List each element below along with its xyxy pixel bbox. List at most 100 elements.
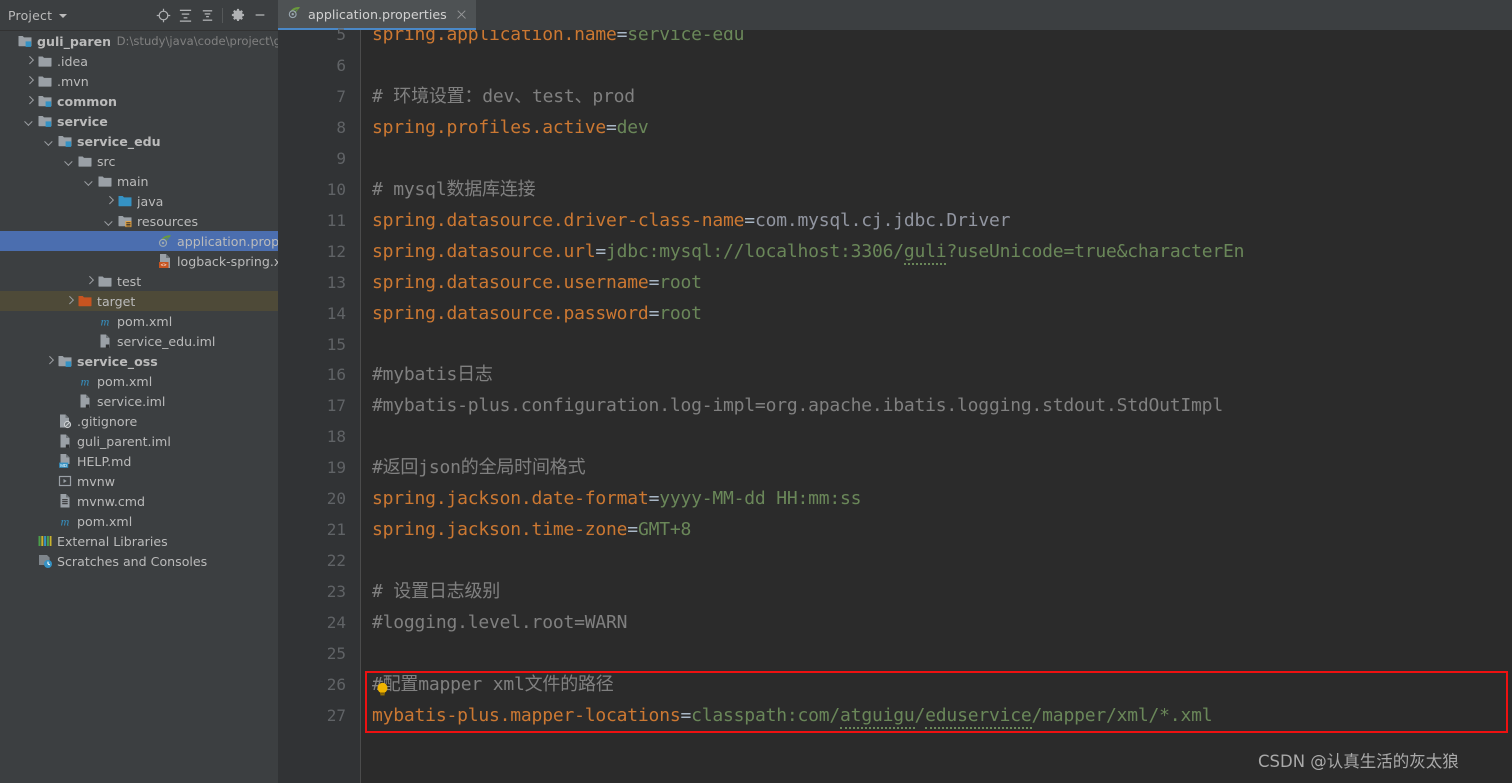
code-content[interactable]: spring.application.name=service-edu # 环境设… [361,30,1512,783]
tree-row-guli-parent[interactable]: guli_parent D:\study\java\code\project\gu… [0,31,278,51]
chevron-down-icon[interactable] [59,14,68,18]
tree-arrow-placeholder [64,376,75,387]
tree-row-gitignore[interactable]: .gitignore [0,411,278,431]
code-line[interactable]: spring.application.name=service-edu [372,30,745,50]
tree-row-label: src [97,153,116,169]
tree-row-resources[interactable]: resources [0,211,278,231]
code-token: = [595,240,607,262]
svg-text:m: m [101,315,110,329]
code-token: root [659,302,702,324]
tree-row-application-properties[interactable]: application.properties [0,231,278,251]
tree-row-service-iml[interactable]: service.iml [0,391,278,411]
tree-arrow-placeholder [144,236,155,247]
code-line[interactable]: spring.jackson.date-format=yyyy-MM-dd HH… [372,483,862,514]
code-token: = [648,271,660,293]
expand-all-icon[interactable] [174,4,196,26]
code-line[interactable]: #logging.level.root=WARN [372,607,627,638]
tree-row-help-md[interactable]: MD HELP.md [0,451,278,471]
tree-row-scratches-and-consoles[interactable]: Scratches and Consoles [0,551,278,571]
tree-row-label: service_oss [77,353,158,369]
chevron-right-icon[interactable] [24,56,35,67]
chevron-down-icon[interactable] [24,116,35,127]
code-line[interactable]: spring.profiles.active=dev [372,112,649,143]
chevron-down-icon[interactable] [64,156,75,167]
hide-panel-icon[interactable] [249,4,271,26]
tree-row-label: pom.xml [117,313,173,329]
tree-row-pom-xml[interactable]: m pom.xml [0,311,278,331]
tree-row-external-libraries[interactable]: External Libraries [0,531,278,551]
code-line[interactable]: #mybatis-plus.configuration.log-impl=org… [372,390,1223,421]
code-line[interactable]: spring.datasource.password=root [372,298,702,329]
tree-arrow-placeholder [24,536,35,547]
tree-row-java[interactable]: java [0,191,278,211]
tree-row-guli-parent-iml[interactable]: guli_parent.iml [0,431,278,451]
tree-row-mvnw-cmd[interactable]: mvnw.cmd [0,491,278,511]
tree-row-service-oss[interactable]: service_oss [0,351,278,371]
tree-row-label: HELP.md [77,453,132,469]
code-token: spring.application.name [372,30,617,45]
tree-row-service[interactable]: service [0,111,278,131]
tree-row-label: service [57,113,108,129]
collapse-all-icon[interactable] [196,4,218,26]
code-line[interactable]: # mysql数据库连接 [372,174,536,205]
chevron-down-icon[interactable] [104,216,115,227]
line-number: 17 [326,396,346,416]
tree-row-label: resources [137,213,199,229]
module-icon [57,133,73,149]
chevron-down-icon[interactable] [44,136,55,147]
tree-row-target[interactable]: target [0,291,278,311]
code-line[interactable]: spring.jackson.time-zone=GMT+8 [372,514,691,545]
code-line[interactable]: #mybatis日志 [372,359,493,390]
code-line[interactable]: #配置mapper xml文件的路径 [372,669,614,700]
code-line[interactable]: #返回json的全局时间格式 [372,452,586,483]
project-tree[interactable]: guli_parent D:\study\java\code\project\gu… [0,31,278,783]
code-token: com.mysql.cj.jdbc.Driver [754,209,1011,231]
tree-row-logback-spring-xml[interactable]: <> logback-spring.xml [0,251,278,271]
tree-row-main[interactable]: main [0,171,278,191]
code-token: # mysql数据库连接 [372,178,536,200]
settings-gear-icon[interactable] [227,4,249,26]
close-icon[interactable] [455,8,468,21]
chevron-right-icon[interactable] [44,356,55,367]
code-line[interactable]: spring.datasource.url=jdbc:mysql://local… [372,236,1244,267]
toolbar-divider [222,7,223,23]
code-token: spring.datasource.driver-class-name [372,209,745,231]
tree-row-pom-xml[interactable]: m pom.xml [0,371,278,391]
tree-row-service-edu[interactable]: service_edu [0,131,278,151]
tree-row-mvnw[interactable]: mvnw [0,471,278,491]
chevron-down-icon[interactable] [84,176,95,187]
line-number: 7 [336,86,346,106]
module-icon [37,93,53,109]
tree-row-idea[interactable]: .idea [0,51,278,71]
target-icon [77,293,93,309]
tree-row-pom-xml[interactable]: m pom.xml [0,511,278,531]
tree-row-test[interactable]: test [0,271,278,291]
tree-row-label: guli_parent [37,33,110,49]
code-line[interactable]: spring.datasource.username=root [372,267,702,298]
line-number: 22 [326,551,346,571]
scroll-from-source-icon[interactable] [152,4,174,26]
tree-row-label: service.iml [97,393,166,409]
code-line[interactable]: spring.datasource.driver-class-name=com.… [372,205,1010,236]
tree-row-label: .mvn [57,73,89,89]
code-line[interactable]: # 设置日志级别 [372,576,500,607]
intention-bulb-icon[interactable] [376,682,389,697]
tree-row-src[interactable]: src [0,151,278,171]
chevron-right-icon[interactable] [84,276,95,287]
tree-row-mvn[interactable]: .mvn [0,71,278,91]
tree-row-common[interactable]: common [0,91,278,111]
line-number: 21 [326,520,346,540]
editor-tab-application-properties[interactable]: application.properties [278,0,476,30]
chevron-right-icon[interactable] [24,96,35,107]
tree-row-label: logback-spring.xml [177,253,278,269]
tree-arrow-placeholder [64,396,75,407]
code-line[interactable]: # 环境设置：dev、test、prod [372,81,635,112]
chevron-right-icon[interactable] [64,296,75,307]
tree-row-label: pom.xml [77,513,133,529]
code-line[interactable]: mybatis-plus.mapper-locations=classpath:… [372,700,1213,731]
tree-row-service-edu-iml[interactable]: service_edu.iml [0,331,278,351]
chevron-right-icon[interactable] [104,196,115,207]
tree-row-path: D:\study\java\code\project\guli [116,34,278,48]
chevron-right-icon[interactable] [24,76,35,87]
code-token: dev [616,116,649,138]
